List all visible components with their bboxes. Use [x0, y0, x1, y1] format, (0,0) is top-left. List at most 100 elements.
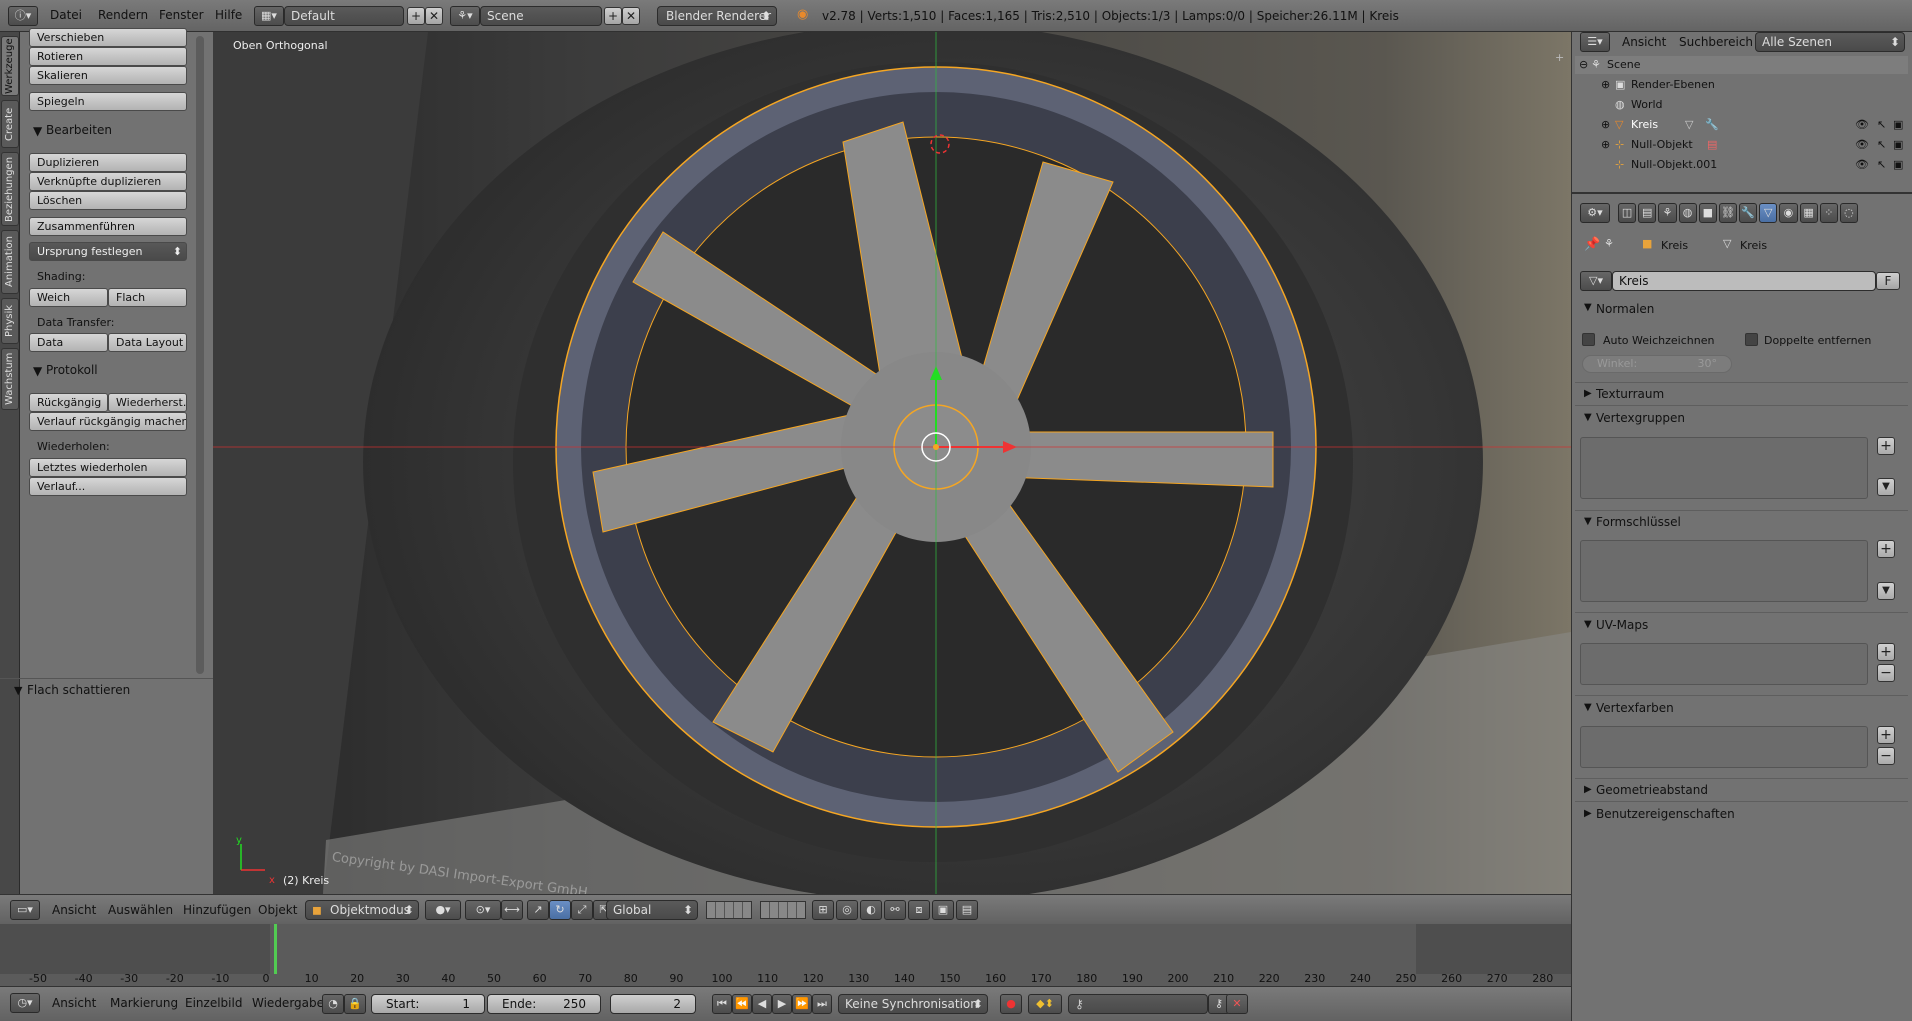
lock-layer-icon[interactable]: ⊞: [812, 900, 834, 920]
tab-animation[interactable]: Animation: [1, 230, 19, 294]
menu-marker[interactable]: Markierung: [110, 996, 178, 1010]
jump-start-icon[interactable]: ⏮: [712, 994, 732, 1014]
menu-file[interactable]: Datei: [50, 8, 82, 22]
custom-properties-panel-header[interactable]: Benutzereigenschaften: [1596, 807, 1735, 821]
snap-target-icon[interactable]: ⧈: [908, 900, 930, 920]
render-layers-tab-icon[interactable]: ▤: [1638, 203, 1657, 223]
scene-icon[interactable]: ⚘▾: [450, 6, 480, 26]
add-vertex-color-button[interactable]: +: [1877, 726, 1895, 744]
uv-maps-panel-header[interactable]: UV-Maps: [1596, 618, 1648, 632]
set-origin-select[interactable]: Ursprung festlegen ⬍: [29, 242, 187, 261]
play-icon[interactable]: ▶: [772, 994, 792, 1014]
world-tab-icon[interactable]: ◍: [1678, 203, 1697, 223]
expand-icon[interactable]: ⊕: [1601, 116, 1610, 134]
screen-layout-icon[interactable]: ▦▾: [254, 6, 284, 26]
data-layout-button[interactable]: Data Layout: [108, 333, 187, 352]
scale-manipulator-icon[interactable]: ⤢: [571, 900, 593, 920]
preview-range-icon[interactable]: ◔: [322, 994, 344, 1014]
region-toggle-icon[interactable]: +: [1555, 51, 1564, 64]
mesh-data-tab-icon[interactable]: ▽: [1759, 203, 1778, 223]
selectable-cursor-icon[interactable]: ↖: [1877, 156, 1886, 174]
vertex-groups-panel-header[interactable]: Vertexgruppen: [1596, 411, 1685, 425]
collapse-arrow-icon[interactable]: ▼: [33, 124, 42, 138]
editor-type-outliner-icon[interactable]: ☰▾: [1580, 32, 1610, 52]
mirror-button[interactable]: Spiegeln: [29, 92, 187, 111]
collapse-arrow-icon[interactable]: ▼: [1584, 412, 1592, 423]
shape-keys-list[interactable]: [1580, 540, 1868, 602]
layers-grid-a[interactable]: [706, 901, 752, 919]
scene-tab-icon[interactable]: ⚘: [1658, 203, 1677, 223]
menu-search-scope[interactable]: Suchbereich: [1679, 35, 1753, 49]
menu-outliner-view[interactable]: Ansicht: [1622, 35, 1666, 49]
undo-history-button[interactable]: Verlauf rückgängig machen: [29, 412, 187, 431]
editor-type-info-icon[interactable]: ⓘ▾: [8, 6, 38, 26]
proportional-edit-icon[interactable]: ◎: [836, 900, 858, 920]
texture-space-panel-header[interactable]: Texturraum: [1596, 387, 1664, 401]
rotate-manipulator-icon[interactable]: ↻: [549, 900, 571, 920]
add-vertex-group-button[interactable]: +: [1877, 437, 1895, 455]
double-sided-checkbox[interactable]: [1745, 333, 1758, 346]
expand-arrow-icon[interactable]: ▶: [1584, 388, 1592, 399]
3d-viewport[interactable]: Oben Orthogonal Copyright by DASI Import…: [213, 32, 1571, 894]
selectable-cursor-icon[interactable]: ↖: [1877, 136, 1886, 154]
render-engine-select[interactable]: Blender Renderer ⬍: [657, 6, 777, 26]
data-transfer-button[interactable]: Data: [29, 333, 108, 352]
normals-panel-header[interactable]: Normalen: [1596, 302, 1654, 316]
expand-arrow-icon[interactable]: ▶: [1584, 784, 1592, 795]
editor-type-3dview-icon[interactable]: ▭▾: [10, 900, 40, 920]
menu-frame[interactable]: Einzelbild: [185, 996, 242, 1010]
delete-keyframe-icon[interactable]: ✕: [1226, 994, 1248, 1014]
remove-vertex-color-button[interactable]: −: [1877, 747, 1895, 765]
jump-keyframe-forward-icon[interactable]: ⏩: [792, 994, 812, 1014]
visibility-eye-icon[interactable]: 👁: [1855, 116, 1869, 134]
record-icon[interactable]: ●: [1000, 994, 1022, 1014]
render-animation-icon[interactable]: ▤: [956, 900, 978, 920]
redo-button[interactable]: Wiederherst...: [108, 393, 187, 412]
texture-tab-icon[interactable]: ▦: [1799, 203, 1818, 223]
menu-view[interactable]: Ansicht: [52, 903, 96, 917]
rotate-button[interactable]: Rotieren: [29, 47, 187, 66]
collapse-arrow-icon[interactable]: ▼: [14, 684, 22, 697]
keying-set-field[interactable]: ⚷: [1068, 994, 1208, 1014]
viewport-shading-icon[interactable]: ●▾: [425, 900, 461, 920]
end-frame-field[interactable]: Ende: 250: [487, 994, 601, 1014]
duplicate-button[interactable]: Duplizieren: [29, 153, 187, 172]
renderable-camera-icon[interactable]: ▣: [1893, 156, 1903, 174]
duplicate-linked-button[interactable]: Verknüpfte duplizieren: [29, 172, 187, 191]
menu-select[interactable]: Auswählen: [108, 903, 173, 917]
vertex-groups-list[interactable]: [1580, 437, 1868, 499]
translate-manipulator-icon[interactable]: ↗: [527, 900, 549, 920]
jump-end-icon[interactable]: ⏭: [812, 994, 832, 1014]
collapse-arrow-icon[interactable]: ▼: [1584, 702, 1592, 713]
mesh-browse-icon[interactable]: ▽▾: [1580, 271, 1612, 291]
falloff-icon[interactable]: ◐: [860, 900, 882, 920]
collapse-arrow-icon[interactable]: ▼: [33, 364, 42, 378]
menu-view[interactable]: Ansicht: [52, 996, 96, 1010]
menu-help[interactable]: Hilfe: [215, 8, 242, 22]
toolshelf-scrollbar[interactable]: [196, 36, 204, 674]
menu-playback[interactable]: Wiedergabe: [252, 996, 324, 1010]
join-button[interactable]: Zusammenführen: [29, 217, 187, 236]
current-frame-indicator[interactable]: [274, 924, 277, 974]
tab-tools[interactable]: Werkzeuge: [1, 36, 19, 96]
vertex-group-menu-icon[interactable]: ▼: [1877, 478, 1895, 496]
outliner-row-empty[interactable]: ⊕ ⊹ Null-Objekt ▤ 👁 ↖ ▣: [1575, 136, 1908, 154]
history-panel-header[interactable]: Protokoll: [46, 363, 98, 377]
layers-grid-b[interactable]: [760, 901, 806, 919]
material-tab-icon[interactable]: ◉: [1779, 203, 1798, 223]
render-icon[interactable]: ▣: [932, 900, 954, 920]
shade-flat-button[interactable]: Flach: [108, 288, 187, 307]
screen-layout-field[interactable]: Default: [284, 6, 404, 26]
expand-icon[interactable]: ⊕: [1601, 136, 1610, 154]
angle-field[interactable]: Winkel: 30°: [1582, 355, 1732, 373]
add-layout-button[interactable]: +: [407, 7, 425, 25]
remove-layout-button[interactable]: ✕: [425, 7, 443, 25]
outliner-row-empty-001[interactable]: ⊹ Null-Objekt.001 👁 ↖ ▣: [1575, 156, 1908, 174]
shade-smooth-button[interactable]: Weich: [29, 288, 108, 307]
mesh-name-field[interactable]: Kreis: [1612, 271, 1876, 291]
expand-arrow-icon[interactable]: ▶: [1584, 808, 1592, 819]
current-frame-field[interactable]: 2: [610, 994, 696, 1014]
outliner-row-kreis[interactable]: ⊕ ▽ Kreis ▽ 🔧 👁 ↖ ▣: [1575, 116, 1908, 134]
tab-create[interactable]: Create: [1, 100, 19, 148]
collapse-arrow-icon[interactable]: ▼: [1584, 516, 1592, 527]
